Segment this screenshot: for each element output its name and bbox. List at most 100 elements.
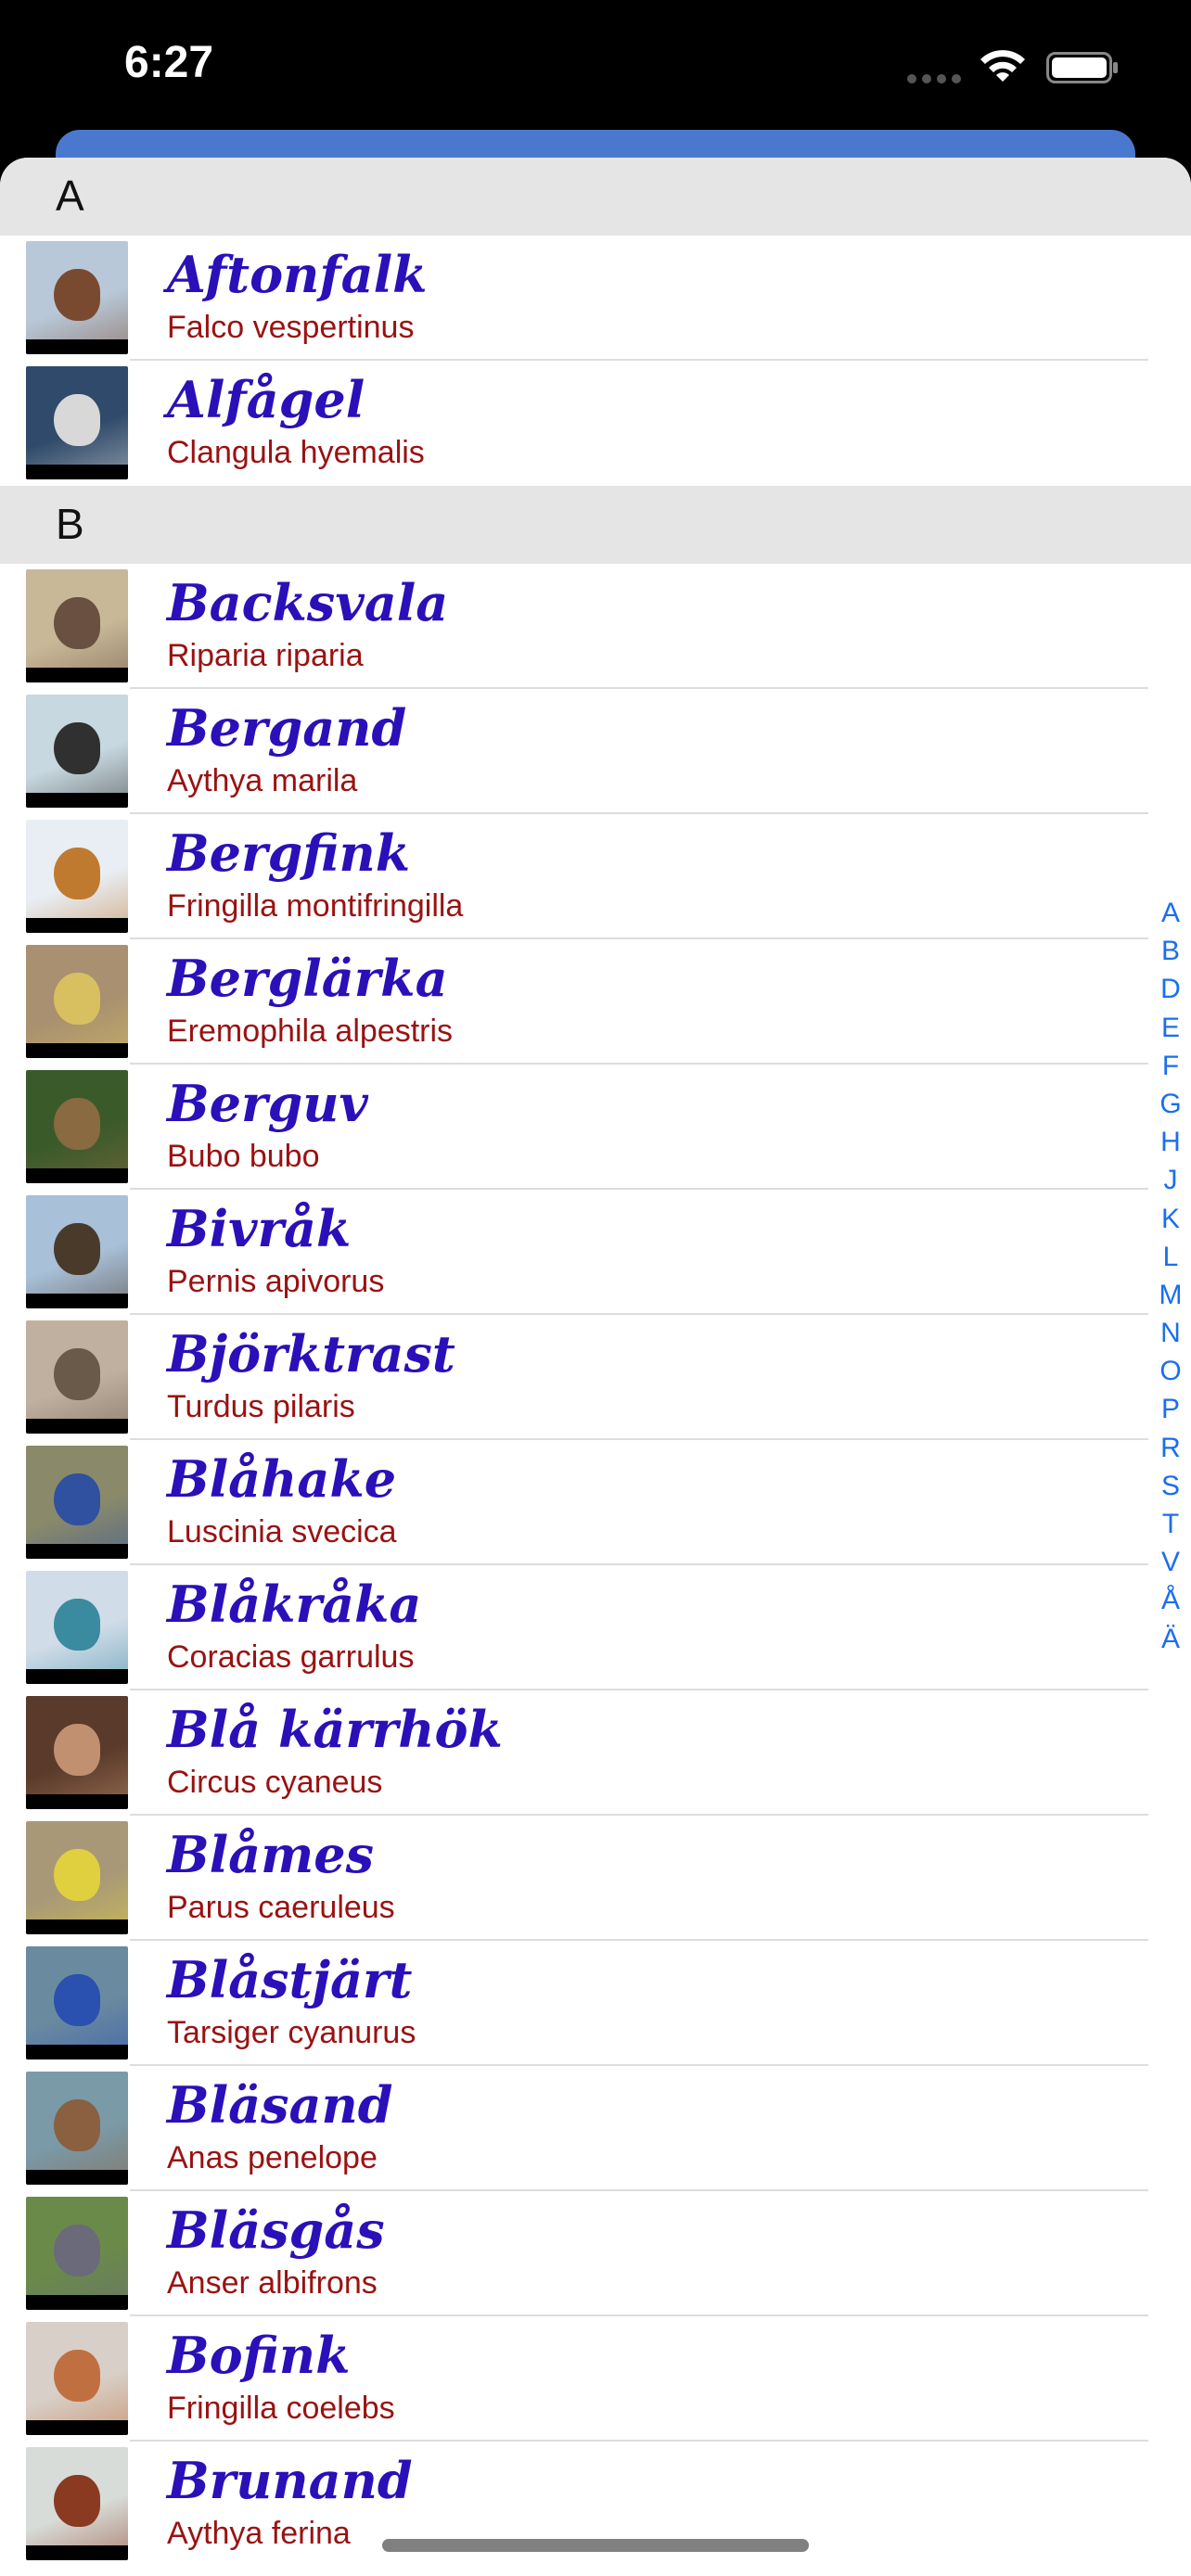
index-letter[interactable]: T xyxy=(1162,1505,1179,1543)
bird-thumbnail xyxy=(26,241,128,354)
bird-icon xyxy=(54,2475,100,2527)
bird-thumbnail xyxy=(26,2197,128,2310)
bird-row[interactable]: Bläsand Anas penelope xyxy=(0,2066,1191,2191)
bird-latin-name: Clangula hyemalis xyxy=(167,435,425,470)
section-index[interactable]: ABDEFGHJKLMNOPRSTVÅÄ xyxy=(1150,894,1191,1658)
bird-row[interactable]: Bläsgås Anser albifrons xyxy=(0,2191,1191,2316)
bird-row[interactable]: Bofink Fringilla coelebs xyxy=(0,2316,1191,2442)
wifi-icon xyxy=(980,50,1025,82)
photo-caption-bar xyxy=(26,918,128,933)
bird-latin-name: Aythya ferina xyxy=(167,2516,351,2551)
index-letter[interactable]: B xyxy=(1161,932,1180,970)
bird-thumbnail xyxy=(26,945,128,1058)
photo-caption-bar xyxy=(26,465,128,479)
index-letter[interactable]: J xyxy=(1164,1161,1178,1199)
bird-name: Bläsand xyxy=(167,2075,393,2135)
bird-row[interactable]: Bergfink Fringilla montifringilla xyxy=(0,814,1191,939)
bird-icon xyxy=(54,1724,100,1776)
bird-row[interactable]: Blåkråka Coracias garrulus xyxy=(0,1565,1191,1690)
bird-latin-name: Coracias garrulus xyxy=(167,1639,415,1675)
bird-icon xyxy=(54,2099,100,2151)
bird-row[interactable]: Alfågel Clangula hyemalis xyxy=(0,361,1191,486)
bird-row[interactable]: Björktrast Turdus pilaris xyxy=(0,1315,1191,1440)
bird-thumbnail xyxy=(26,1195,128,1308)
bird-list[interactable]: A Aftonfalk Falco vespertinus Alfågel Clangu… xyxy=(0,158,1191,2576)
index-letter[interactable]: S xyxy=(1161,1467,1180,1505)
section-header: B xyxy=(0,486,1191,564)
bird-row[interactable]: Blåhake Luscinia svecica xyxy=(0,1440,1191,1565)
index-letter[interactable]: G xyxy=(1159,1085,1181,1123)
bird-name: Bläsgås xyxy=(167,2200,385,2260)
bird-thumbnail xyxy=(26,2447,128,2560)
bird-name: Berguv xyxy=(167,1074,368,1133)
photo-caption-bar xyxy=(26,2295,128,2310)
bird-icon xyxy=(54,1473,100,1525)
bird-thumbnail xyxy=(26,569,128,682)
bird-name: Blåstjärt xyxy=(167,1950,413,2009)
photo-caption-bar xyxy=(26,1043,128,1058)
photo-caption-bar xyxy=(26,1919,128,1934)
bird-name: Blåhake xyxy=(167,1449,397,1509)
bird-thumbnail xyxy=(26,695,128,808)
index-letter[interactable]: Ä xyxy=(1161,1620,1180,1658)
bird-row[interactable]: Bergand Aythya marila xyxy=(0,689,1191,814)
bird-name: Blå kärrhök xyxy=(167,1700,503,1759)
bird-latin-name: Riparia riparia xyxy=(167,638,364,673)
bird-thumbnail xyxy=(26,1821,128,1934)
bird-latin-name: Falco vespertinus xyxy=(167,310,415,345)
index-letter[interactable]: P xyxy=(1161,1390,1180,1428)
photo-caption-bar xyxy=(26,1544,128,1559)
bird-row[interactable]: Berglärka Eremophila alpestris xyxy=(0,939,1191,1065)
bird-latin-name: Anser albifrons xyxy=(167,2265,378,2301)
section-header-letter: B xyxy=(56,500,84,548)
bird-name: Aftonfalk xyxy=(167,245,428,304)
photo-caption-bar xyxy=(26,1669,128,1684)
index-letter[interactable]: H xyxy=(1160,1123,1181,1161)
index-letter[interactable]: O xyxy=(1159,1352,1181,1390)
index-letter[interactable]: K xyxy=(1161,1200,1180,1238)
bird-latin-name: Parus caeruleus xyxy=(167,1890,395,1925)
bird-row[interactable]: Backsvala Riparia riparia xyxy=(0,564,1191,689)
bird-thumbnail xyxy=(26,2072,128,2185)
bird-latin-name: Anas penelope xyxy=(167,2140,378,2175)
bird-row[interactable]: Blåmes Parus caeruleus xyxy=(0,1816,1191,1941)
bird-icon xyxy=(54,2350,100,2402)
photo-caption-bar xyxy=(26,2545,128,2560)
index-letter[interactable]: A xyxy=(1161,894,1180,932)
bird-thumbnail xyxy=(26,1446,128,1559)
index-letter[interactable]: M xyxy=(1159,1276,1183,1314)
photo-caption-bar xyxy=(26,2170,128,2185)
photo-caption-bar xyxy=(26,1419,128,1434)
home-indicator[interactable] xyxy=(382,2539,809,2552)
bird-icon xyxy=(54,269,100,321)
bird-name: Brunand xyxy=(167,2451,413,2510)
section-header-letter: A xyxy=(56,172,84,220)
index-letter[interactable]: R xyxy=(1160,1429,1181,1467)
bird-row[interactable]: Bivråk Pernis apivorus xyxy=(0,1190,1191,1315)
bird-latin-name: Fringilla coelebs xyxy=(167,2391,395,2426)
bird-name: Backsvala xyxy=(167,573,449,632)
bird-icon xyxy=(54,394,100,446)
photo-caption-bar xyxy=(26,668,128,682)
index-letter[interactable]: N xyxy=(1160,1314,1181,1352)
bird-name: Blåmes xyxy=(167,1825,375,1884)
photo-caption-bar xyxy=(26,1294,128,1308)
bird-name: Björktrast xyxy=(167,1324,455,1384)
bird-icon xyxy=(54,1223,100,1275)
index-letter[interactable]: L xyxy=(1163,1238,1179,1276)
photo-caption-bar xyxy=(26,1168,128,1183)
bird-thumbnail xyxy=(26,1696,128,1809)
bird-row[interactable]: Blå kärrhök Circus cyaneus xyxy=(0,1690,1191,1816)
index-letter[interactable]: Å xyxy=(1161,1581,1180,1619)
index-letter[interactable]: F xyxy=(1162,1047,1179,1085)
bird-latin-name: Bubo bubo xyxy=(167,1139,320,1174)
photo-caption-bar xyxy=(26,1794,128,1809)
bird-row[interactable]: Berguv Bubo bubo xyxy=(0,1065,1191,1190)
bird-row[interactable]: Blåstjärt Tarsiger cyanurus xyxy=(0,1941,1191,2066)
bird-row[interactable]: Aftonfalk Falco vespertinus xyxy=(0,236,1191,361)
index-letter[interactable]: D xyxy=(1160,970,1181,1008)
bird-name: Bergand xyxy=(167,698,407,758)
index-letter[interactable]: V xyxy=(1161,1543,1180,1581)
index-letter[interactable]: E xyxy=(1161,1009,1180,1047)
bird-icon xyxy=(54,1348,100,1400)
